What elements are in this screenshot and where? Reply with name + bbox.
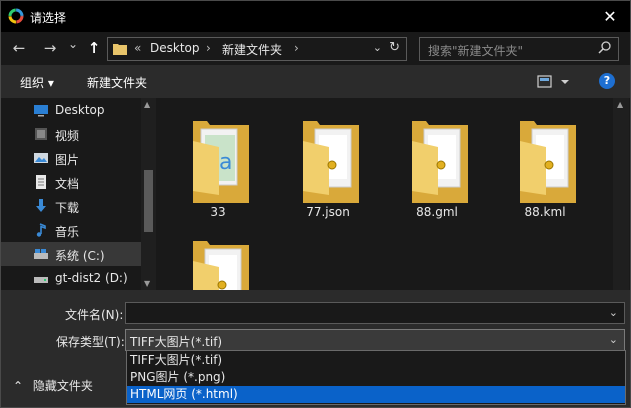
close-icon: ✕ [603,7,617,26]
chevron-down-icon[interactable]: ⌄ [609,333,618,346]
file-type-label: 保存类型(T): [56,335,125,349]
scroll-down-icon[interactable]: ▼ [144,279,150,288]
sidebar-item-music[interactable]: 音乐 [1,218,141,242]
breadcrumb-current-folder[interactable]: 新建文件夹 [222,41,282,58]
scroll-up-icon[interactable]: ▲ [144,100,150,109]
navigation-bar: ← → ⌄ ↑ « Desktop › 新建文件夹 › ⌄ ↻ 搜索"新建文件夹… [1,32,630,65]
svg-text:a: a [219,150,232,175]
sidebar-item-videos[interactable]: 视频 [1,122,141,146]
sidebar-item-documents[interactable]: 文档 [1,170,141,194]
folder-icon [520,121,576,203]
filename-field[interactable]: ⌄ [125,302,625,324]
toolbar: 组织 ▾ 新建文件夹 ? [1,65,630,98]
drive-icon [34,249,48,259]
forward-button[interactable]: → [41,38,59,58]
folder-icon: a [193,121,249,203]
sidebar-item-label: 系统 (C:) [55,249,105,263]
search-placeholder: 搜索"新建文件夹" [428,44,524,58]
chevron-down-icon[interactable]: ⌄ [609,306,618,319]
video-icon [35,128,47,140]
up-button[interactable]: ↑ [86,38,102,58]
recent-locations-button[interactable]: ⌄ [67,34,79,54]
sidebar-item-downloads[interactable]: 下载 [1,194,141,218]
file-type-dropdown-list: TIFF大图片(*.tif) PNG图片 (*.png) HTML网页 (*.h… [126,350,626,405]
file-list: a 33 77.json 88.gml 88.kml ▲ [158,98,630,290]
folder-icon [193,241,249,290]
hide-folders-toggle[interactable]: ⌃ 隐藏文件夹 [13,377,93,394]
view-options-icon[interactable] [537,73,575,91]
close-button[interactable]: ✕ [590,1,630,32]
file-type-option-html[interactable]: HTML网页 (*.html) [127,386,625,403]
sidebar-item-label: 文档 [55,177,80,191]
folder-icon [303,121,359,203]
sidebar-item-label: 图片 [55,153,80,167]
app-icon [8,8,24,24]
file-item[interactable]: 77.json [283,98,373,219]
file-type-value: TIFF大图片(*.tif) [130,335,223,349]
back-button[interactable]: ← [11,38,27,58]
documents-icon [36,175,46,189]
search-box[interactable]: 搜索"新建文件夹" [419,37,619,61]
drive-icon [34,277,48,283]
address-bar[interactable]: « Desktop › 新建文件夹 › ⌄ ↻ [107,37,407,61]
organize-button[interactable]: 组织 ▾ [20,74,54,91]
file-type-select[interactable]: TIFF大图片(*.tif) ⌄ [125,329,625,351]
window-title: 请选择 [30,11,67,25]
help-icon[interactable]: ? [599,73,615,89]
sidebar-scrollbar[interactable]: ▲ ▼ [141,98,156,290]
sidebar-item-label: gt-dist2 (D:) [55,271,128,285]
sidebar-item-label: Desktop [55,103,105,117]
sidebar-item-desktop[interactable]: Desktop [1,98,141,122]
file-item[interactable]: 88.kml [500,98,590,219]
sidebar-item-label: 视频 [55,129,80,143]
pictures-icon [34,153,48,163]
scroll-up-icon[interactable]: ▲ [617,100,623,109]
file-name: 77.json [306,205,350,219]
file-item[interactable]: a 33 [173,98,263,219]
title-bar: 请选择 ✕ [1,1,630,32]
address-dropdown-icon[interactable]: ⌄ [373,41,382,54]
search-icon [598,41,611,54]
folder-icon [113,44,127,55]
file-name: 88.gml [416,205,458,219]
save-dialog: 请选择 ✕ ← → ⌄ ↑ « Desktop › 新建文件夹 › ⌄ ↻ 搜索… [0,0,631,408]
sidebar-item-drive-d[interactable]: gt-dist2 (D:) [1,266,141,290]
downloads-icon [36,199,46,212]
sidebar-item-pictures[interactable]: 图片 [1,146,141,170]
refresh-icon[interactable]: ↻ [389,40,400,55]
chevron-up-icon: ⌃ [13,379,24,393]
file-item[interactable] [173,218,263,290]
hide-folders-label: 隐藏文件夹 [32,379,93,393]
sidebar-item-label: 音乐 [55,225,80,239]
new-folder-button[interactable]: 新建文件夹 [87,74,147,91]
scrollbar-thumb[interactable] [144,170,153,232]
breadcrumb-separator: › [206,41,211,55]
file-type-option-tif[interactable]: TIFF大图片(*.tif) [127,352,625,369]
sidebar-item-system-c[interactable]: 系统 (C:) [1,242,141,266]
file-type-option-png[interactable]: PNG图片 (*.png) [127,369,625,386]
filename-label: 文件名(N): [65,308,124,322]
breadcrumb-overflow[interactable]: « [134,41,141,55]
file-name: 88.kml [524,205,566,219]
navigation-pane: Desktop 视频 图片 文档 下载 音乐 系统 (C:) gt-dist2 [1,98,157,290]
breadcrumb-desktop[interactable]: Desktop [150,41,200,55]
sidebar-item-label: 下载 [55,201,80,215]
music-icon [36,223,46,237]
file-list-scrollbar[interactable]: ▲ [613,98,629,290]
folder-icon [412,121,468,203]
breadcrumb-separator: › [294,41,299,55]
file-name: 33 [210,205,226,219]
file-item[interactable]: 88.gml [392,98,482,219]
desktop-icon [34,105,48,117]
